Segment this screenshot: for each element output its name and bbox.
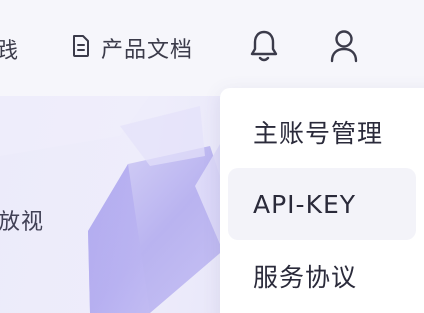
user-dropdown-menu: 主账号管理 API-KEY 服务协议 [220,88,424,313]
page: 践 产品文档 放视 主账号管理 API-KEY 服务协议 [0,0,424,313]
nav-item-partial[interactable]: 践 [0,33,19,65]
document-icon [71,34,91,62]
user-menu-button[interactable] [325,29,363,67]
menu-item-service-agreement[interactable]: 服务协议 [228,240,416,312]
user-icon [329,29,359,67]
notifications-button[interactable] [245,29,283,67]
product-docs-label: 产品文档 [101,38,194,63]
menu-item-api-key[interactable]: API-KEY [228,168,416,240]
nav-product-docs[interactable]: 产品文档 [71,33,193,63]
bell-icon [248,29,280,67]
top-nav: 践 产品文档 [0,0,424,96]
menu-item-account-management[interactable]: 主账号管理 [228,96,416,168]
hero-partial-text: 放视 [0,210,45,235]
